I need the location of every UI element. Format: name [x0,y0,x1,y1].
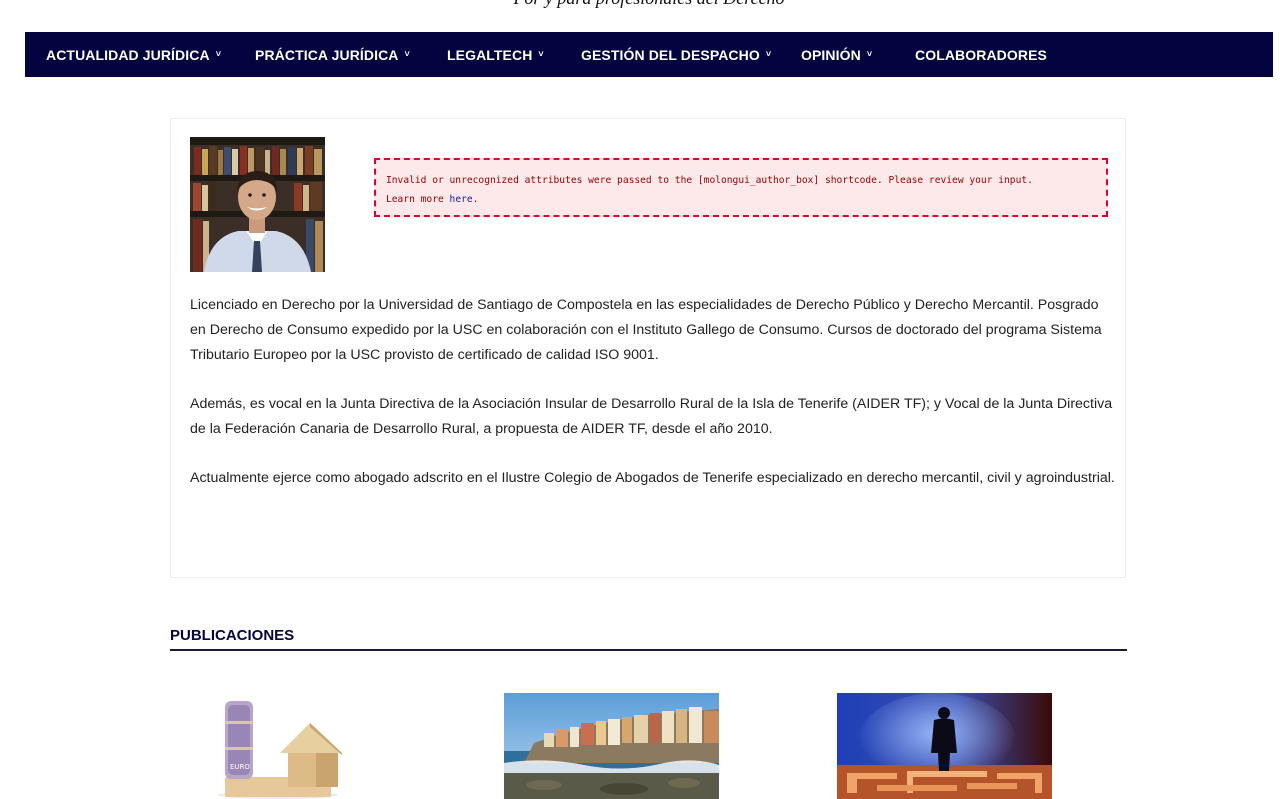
chevron-down-icon: ˅ [404,48,410,59]
nav-item-label: OPINIÓN [801,46,861,63]
nav-item-gestion-del-despacho[interactable]: GESTIÓN DEL DESPACHO ˅ [581,32,771,77]
nav-item-label: LEGALTECH [447,46,533,63]
publication-thumbnail-business-maze[interactable] [837,693,1052,799]
shortcode-error-notice: Invalid or unrecognized attributes were … [374,158,1108,217]
bio-paragraph: Además, es vocal en la Junta Directiva d… [190,396,1113,437]
chevron-down-icon: ˅ [765,48,772,59]
chevron-down-icon: ˅ [215,48,222,59]
euro-label: EURO [230,763,250,771]
author-box: Invalid or unrecognized attributes were … [170,118,1126,578]
publication-thumbnail-coastal-town[interactable] [504,693,719,799]
nav-item-colaboradores[interactable]: COLABORADORES [915,32,1047,77]
nav-item-label: ACTUALIDAD JURÍDICA [46,46,210,63]
nav-item-practica-juridica[interactable]: PRÁCTICA JURÍDICA ˅ [255,32,410,77]
publication-thumbnail-money-house[interactable]: EURO [170,693,385,799]
chevron-down-icon: ˅ [538,48,544,59]
error-end: . [472,194,479,205]
publications-heading: PUBLICACIONES [170,627,1127,651]
author-bio: Licenciado en Derecho por la Universidad… [190,293,1115,515]
chevron-down-icon: ˅ [866,48,873,59]
nav-item-legaltech[interactable]: LEGALTECH ˅ [447,32,544,77]
bio-paragraph: Actualmente ejerce como abogado adscrito… [190,470,1115,486]
nav-item-label: GESTIÓN DEL DESPACHO [581,46,760,63]
error-message: Invalid or unrecognized attributes were … [386,175,1033,186]
site-tagline: Por y para profesionales del Derecho [0,0,1280,9]
nav-item-label: COLABORADORES [915,46,1047,63]
nav-item-label: PRÁCTICA JURÍDICA [255,46,399,63]
nav-item-actualidad-juridica[interactable]: ACTUALIDAD JURÍDICA ˅ [46,32,221,77]
error-help-link[interactable]: here [450,194,473,205]
error-learn-more: Learn more [386,194,444,205]
bio-paragraph: Licenciado en Derecho por la Universidad… [190,297,1102,363]
main-navigation: ACTUALIDAD JURÍDICA ˅ PRÁCTICA JURÍDICA ˅ … [25,32,1273,77]
nav-item-opinion[interactable]: OPINIÓN ˅ [801,32,872,77]
author-avatar [190,137,325,272]
